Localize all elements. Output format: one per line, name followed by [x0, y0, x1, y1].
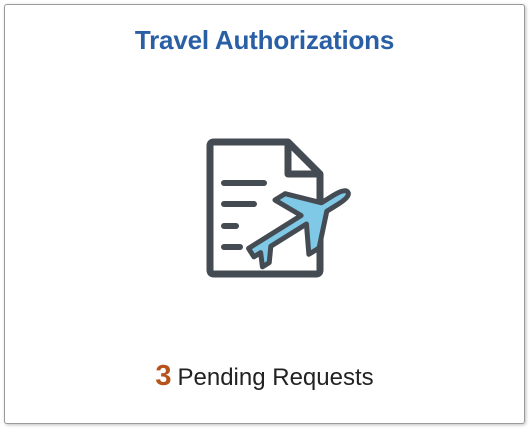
- tile-title: Travel Authorizations: [134, 25, 395, 55]
- pending-count-label: Pending Requests: [177, 364, 374, 391]
- document-airplane-icon: [202, 132, 352, 282]
- pending-count: 3: [155, 360, 172, 392]
- pending-requests-summary: 3 Pending Requests: [5, 360, 524, 393]
- travel-authorizations-tile[interactable]: Travel Authorizations 3 Pending Requests: [4, 4, 525, 424]
